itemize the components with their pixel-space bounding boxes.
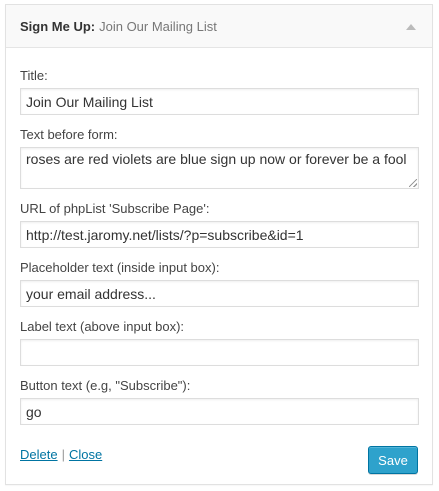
- subscribe-url-group: URL of phpList 'Subscribe Page':: [20, 201, 419, 248]
- label-text-group: Label text (above input box):: [20, 319, 419, 366]
- widget-title-prefix: Sign Me Up:: [20, 18, 96, 34]
- title-label: Title:: [20, 68, 48, 83]
- widget-title: Sign Me Up: Join Our Mailing List: [20, 19, 217, 34]
- button-text-group: Button text (e.g, "Subscribe"):: [20, 378, 419, 425]
- subscribe-url-label: URL of phpList 'Subscribe Page':: [20, 201, 210, 216]
- label-text-label: Label text (above input box):: [20, 319, 185, 334]
- close-link[interactable]: Close: [69, 447, 102, 462]
- placeholder-text-group: Placeholder text (inside input box):: [20, 260, 419, 307]
- resize-grip-icon[interactable]: [409, 179, 417, 187]
- button-text-label: Button text (e.g, "Subscribe"):: [20, 378, 191, 393]
- collapse-arrow-icon[interactable]: [406, 24, 416, 30]
- title-input[interactable]: [20, 88, 419, 115]
- text-before-form-label: Text before form:: [20, 127, 118, 142]
- placeholder-text-input[interactable]: [20, 280, 419, 307]
- save-button[interactable]: Save: [368, 446, 418, 474]
- subscribe-url-input[interactable]: [20, 221, 419, 248]
- widget-header[interactable]: Sign Me Up: Join Our Mailing List: [6, 5, 432, 48]
- button-text-input[interactable]: [20, 398, 419, 425]
- widget-footer: Delete | Close Save: [20, 445, 418, 475]
- title-field-group: Title:: [20, 68, 419, 115]
- widget-title-suffix: Join Our Mailing List: [99, 18, 217, 34]
- text-before-form-group: Text before form: roses are red violets …: [20, 127, 419, 189]
- delete-link[interactable]: Delete: [20, 447, 58, 462]
- placeholder-text-label: Placeholder text (inside input box):: [20, 260, 220, 275]
- widget-panel: Sign Me Up: Join Our Mailing List Title:…: [5, 4, 433, 485]
- widget-form: Title: Text before form: roses are red v…: [6, 48, 432, 425]
- text-before-form-textarea[interactable]: roses are red violets are blue sign up n…: [20, 147, 419, 189]
- label-text-input[interactable]: [20, 339, 419, 366]
- text-before-form-wrap: roses are red violets are blue sign up n…: [20, 147, 419, 189]
- link-separator: |: [61, 447, 65, 462]
- control-links: Delete | Close: [20, 447, 102, 462]
